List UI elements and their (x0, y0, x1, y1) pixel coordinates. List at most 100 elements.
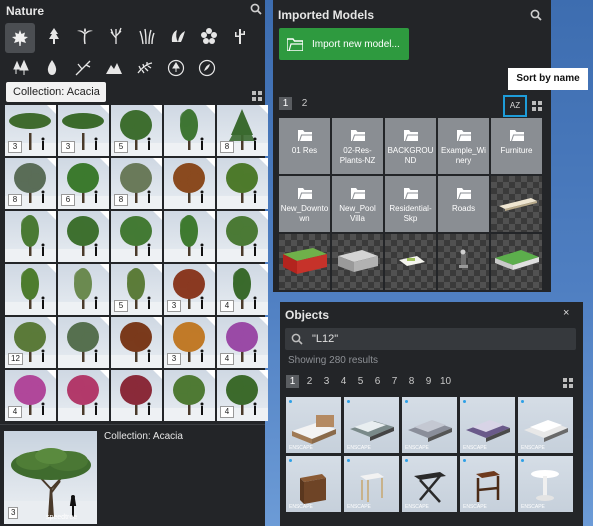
object-tile[interactable]: ENSCAPE (460, 456, 515, 512)
tree-thumbnail[interactable]: 4 (217, 264, 268, 315)
page-button[interactable]: 9 (422, 375, 435, 388)
bare-tree-icon[interactable] (103, 23, 128, 48)
maple-leaf-icon[interactable] (5, 23, 35, 53)
object-tile[interactable]: ENSCAPE (402, 397, 457, 453)
import-new-model-button[interactable]: Import new model... (279, 28, 409, 60)
object-tile[interactable]: ENSCAPE (286, 397, 341, 453)
tree-thumbnail[interactable]: 3 (58, 105, 109, 156)
model-object-tile[interactable] (385, 234, 436, 290)
grass-icon[interactable] (134, 23, 159, 48)
tree-thumbnail[interactable]: 8 (111, 158, 162, 209)
add-tree-icon[interactable] (163, 55, 188, 80)
flower-icon[interactable] (196, 23, 221, 48)
tree-thumbnail[interactable] (5, 264, 56, 315)
variant-count: 12 (8, 353, 23, 365)
bush-icon[interactable] (165, 23, 190, 48)
folder-tile[interactable]: 02-Res-Plants-NZ (332, 118, 383, 174)
mountain-icon[interactable] (101, 55, 126, 80)
tree-thumbnail[interactable]: 3 (5, 105, 56, 156)
grid-view-icon[interactable] (252, 91, 262, 101)
tree-thumbnail[interactable]: 4 (217, 317, 268, 368)
page-button[interactable]: 4 (337, 375, 350, 388)
tree-thumbnail[interactable] (58, 211, 109, 262)
tree-thumbnail[interactable]: 3 (164, 317, 215, 368)
model-object-tile[interactable] (438, 234, 489, 290)
folder-tile[interactable]: Furniture (491, 118, 542, 174)
page-button[interactable]: 6 (371, 375, 384, 388)
enscape-badge: ENSCAPE (521, 445, 545, 451)
tree-thumbnail[interactable]: 4 (217, 370, 268, 421)
model-object-tile[interactable] (491, 234, 542, 290)
objects-search-input[interactable] (310, 332, 564, 346)
model-preview (283, 248, 327, 274)
folder-tile[interactable]: New_Downtown (279, 176, 330, 232)
page-button[interactable]: 7 (388, 375, 401, 388)
object-tile[interactable]: ENSCAPE (460, 397, 515, 453)
folder-tile[interactable]: 01 Res (279, 118, 330, 174)
tree-thumbnail[interactable]: 5 (111, 105, 162, 156)
tree-thumbnail[interactable]: 5 (111, 264, 162, 315)
drop-leaf-icon[interactable] (39, 55, 64, 80)
page-button[interactable]: 5 (354, 375, 367, 388)
tree-thumbnail[interactable] (58, 317, 109, 368)
model-object-tile[interactable] (332, 234, 383, 290)
model-object-tile[interactable] (279, 234, 330, 290)
folder-tile[interactable]: New_Pool Villa (332, 176, 383, 232)
grid-view-icon[interactable] (532, 101, 542, 111)
tree-thumbnail[interactable]: 12 (5, 317, 56, 368)
tree-thumbnail[interactable] (164, 105, 215, 156)
folder-tile[interactable]: BACKGROUND (385, 118, 436, 174)
tree-thumbnail[interactable] (111, 370, 162, 421)
search-icon[interactable] (530, 9, 542, 21)
tree-thumbnail[interactable] (217, 211, 268, 262)
cactus-icon[interactable] (227, 23, 252, 48)
tree-thumbnail[interactable]: 8 (217, 105, 268, 156)
folder-tile[interactable]: Example_Winery (438, 118, 489, 174)
tree-thumbnail[interactable] (164, 158, 215, 209)
tree-thumbnail[interactable]: 3 (164, 264, 215, 315)
object-tile[interactable]: ENSCAPE (286, 456, 341, 512)
category-row-2 (8, 55, 219, 80)
variant-count: 5 (114, 300, 128, 312)
folder-tile[interactable]: Roads (438, 176, 489, 232)
folder-tile[interactable]: Residential-Skp (385, 176, 436, 232)
palm-icon[interactable] (72, 23, 97, 48)
page-button[interactable]: 3 (320, 375, 333, 388)
search-icon[interactable] (250, 3, 262, 15)
add-plant-icon[interactable] (194, 55, 219, 80)
tree-thumbnail[interactable]: 6 (58, 158, 109, 209)
page-button[interactable]: 8 (405, 375, 418, 388)
collection-pill[interactable]: Collection: Acacia (6, 82, 106, 102)
tree-thumbnail[interactable] (58, 264, 109, 315)
page-button[interactable]: 1 (286, 375, 299, 388)
page-button[interactable]: 1 (279, 97, 292, 110)
model-object-tile[interactable] (491, 176, 542, 232)
object-tile[interactable]: ENSCAPE (518, 397, 573, 453)
tree-thumbnail[interactable] (217, 158, 268, 209)
tree-thumbnail[interactable] (164, 211, 215, 262)
object-tile[interactable]: ENSCAPE (402, 456, 457, 512)
conifer-icon[interactable] (41, 23, 66, 48)
pine-cluster-icon[interactable] (8, 55, 33, 80)
tree-thumbnail[interactable]: 4 (5, 370, 56, 421)
fern-icon[interactable] (132, 55, 157, 80)
tree-thumbnail[interactable] (5, 211, 56, 262)
close-icon[interactable]: × (563, 307, 569, 319)
folder-name: 01 Res (291, 146, 318, 155)
tree-thumbnail[interactable] (58, 370, 109, 421)
page-button[interactable]: 2 (298, 97, 311, 110)
folder-icon (456, 188, 471, 199)
object-tile[interactable]: ENSCAPE (518, 456, 573, 512)
page-button[interactable]: 10 (439, 375, 452, 388)
sort-by-name-button[interactable]: AZ (503, 95, 527, 117)
tree-thumbnail[interactable]: 8 (5, 158, 56, 209)
object-tile[interactable]: ENSCAPE (344, 456, 399, 512)
objects-panel: Objects × Showing 280 results 1234567891… (280, 302, 583, 526)
tree-thumbnail[interactable] (111, 211, 162, 262)
object-tile[interactable]: ENSCAPE (344, 397, 399, 453)
grid-view-icon[interactable] (563, 378, 573, 388)
page-button[interactable]: 2 (303, 375, 316, 388)
tree-thumbnail[interactable] (164, 370, 215, 421)
branch-icon[interactable] (70, 55, 95, 80)
tree-thumbnail[interactable] (111, 317, 162, 368)
